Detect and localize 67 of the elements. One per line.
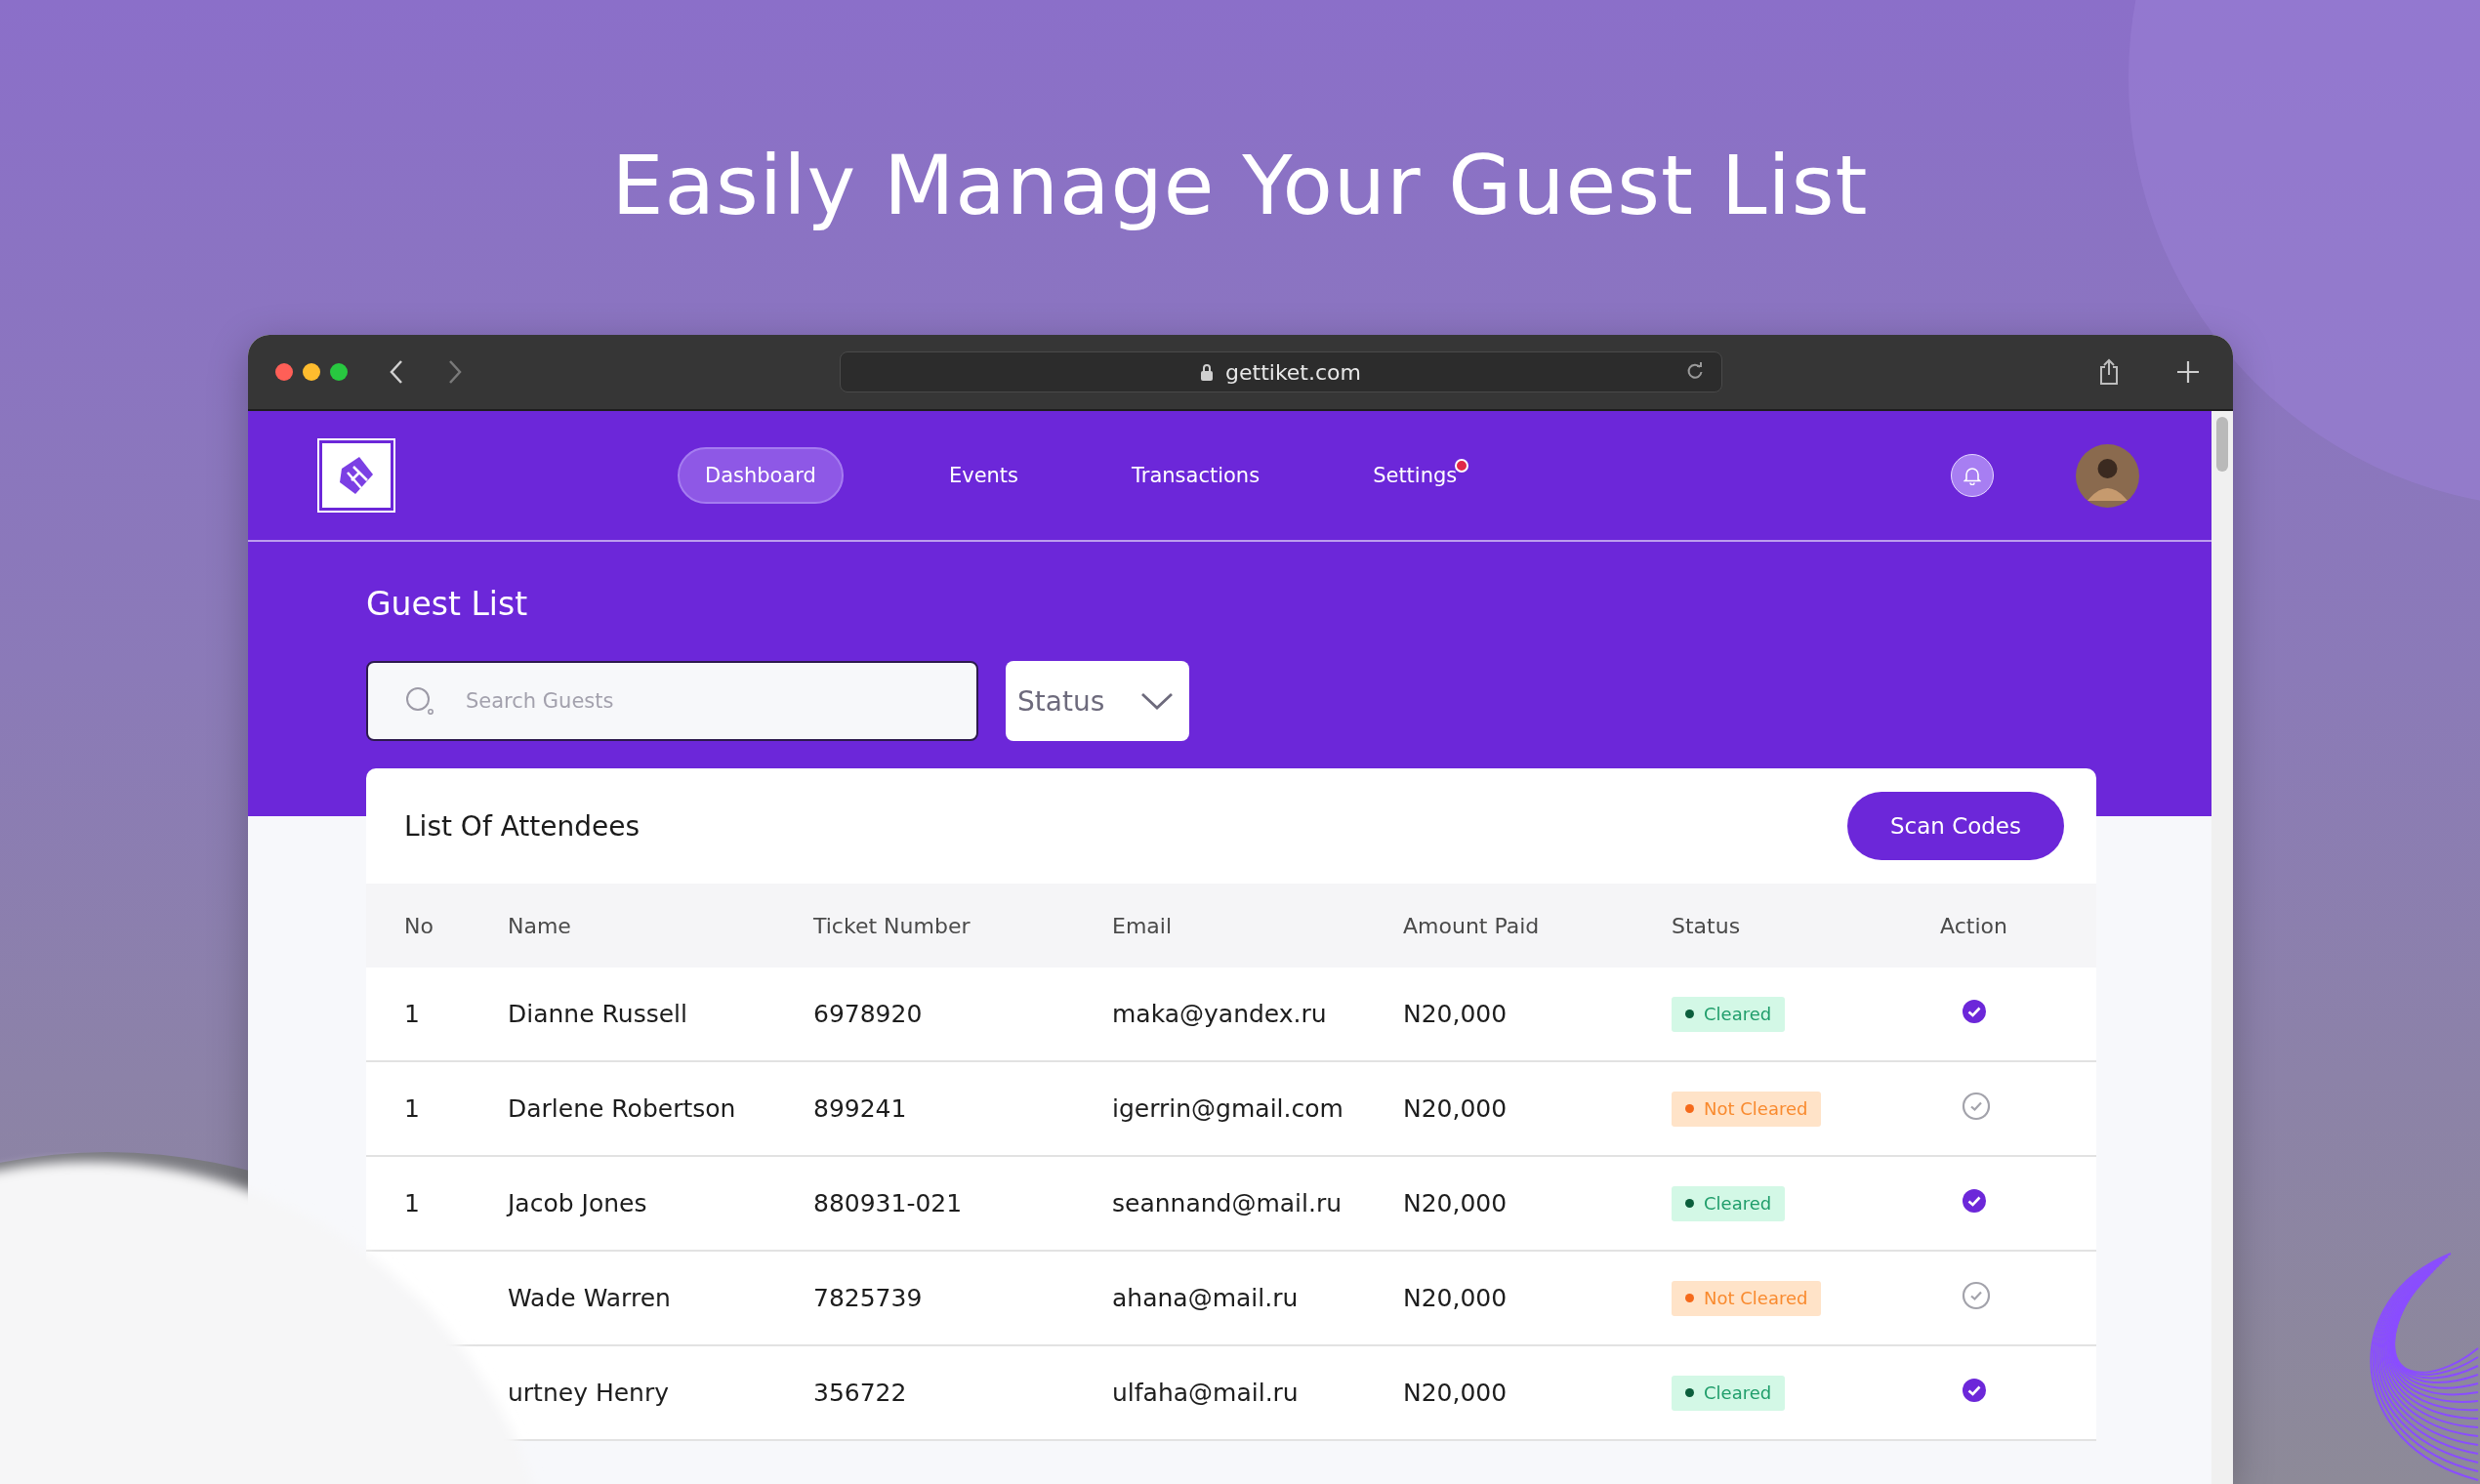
column-header: Status — [1672, 913, 1742, 938]
nav-tab[interactable]: Dashboard — [678, 447, 844, 504]
lock-icon — [1200, 363, 1214, 381]
maximize-icon — [330, 363, 348, 381]
status-badge: Not Cleared — [1672, 1091, 1822, 1127]
minimize-icon — [303, 363, 320, 381]
card-title: List Of Attendees — [404, 809, 641, 843]
column-header: Email — [1112, 913, 1174, 938]
table-cell-text: Dianne Russell — [508, 1000, 688, 1028]
check-circle-icon[interactable] — [1962, 1280, 1991, 1310]
status-dropdown[interactable]: Status — [1006, 661, 1189, 741]
url-text: gettiket.com — [1225, 359, 1361, 385]
search-field[interactable]: Search Guests — [366, 661, 978, 741]
address-bar[interactable]: gettiket.com — [839, 351, 1722, 392]
column-header: Name — [508, 913, 572, 938]
table-cell-text: 1 — [404, 1000, 421, 1028]
table-cell-text: Jacob Jones — [508, 1189, 648, 1217]
table-cell-text: Wade Warren — [508, 1284, 672, 1312]
check-circle-icon[interactable] — [1962, 998, 1987, 1024]
nav-tab[interactable]: Settings — [1345, 447, 1485, 504]
table-cell-text: 1 — [404, 1189, 421, 1217]
check-circle-icon[interactable] — [1962, 1091, 1991, 1121]
column-header: Amount Paid — [1403, 913, 1541, 938]
column-header: No — [404, 913, 434, 938]
table-cell-text: 356722 — [813, 1379, 908, 1407]
check-circle-icon[interactable] — [1962, 1377, 1987, 1403]
notifications-button[interactable] — [1951, 454, 1994, 497]
table-cell-text: N20,000 — [1403, 1000, 1509, 1028]
nav-tab[interactable]: Transactions — [1104, 447, 1288, 504]
column-header: Action — [1940, 913, 2008, 938]
reload-icon[interactable] — [1685, 362, 1704, 380]
status-badge: Cleared — [1672, 996, 1786, 1032]
status-badge: Not Cleared — [1672, 1280, 1822, 1316]
table-cell-text: ulfaha@mail.ru — [1112, 1379, 1300, 1407]
nav-tab[interactable]: Events — [921, 447, 1047, 504]
table-cell-text: N20,000 — [1403, 1379, 1509, 1407]
table-cell-text: Darlene Robertson — [508, 1094, 737, 1123]
close-icon — [275, 363, 293, 381]
share-icon[interactable] — [2098, 358, 2120, 386]
table-cell-text: N20,000 — [1403, 1094, 1509, 1123]
table-cell-text: N20,000 — [1403, 1189, 1509, 1217]
avatar[interactable] — [2076, 443, 2139, 508]
table-cell-text: seannand@mail.ru — [1112, 1189, 1343, 1217]
table-cell-text: ahana@mail.ru — [1112, 1284, 1300, 1312]
scan-codes-button[interactable]: Scan Codes — [1846, 792, 2064, 860]
table-cell-text: 6978920 — [813, 1000, 924, 1028]
table-cell-text: N20,000 — [1403, 1284, 1509, 1312]
column-header: Ticket Number — [813, 913, 971, 938]
table-cell-text: 880931-021 — [813, 1189, 964, 1217]
plus-icon[interactable] — [2176, 360, 2200, 384]
status-badge: Cleared — [1672, 1185, 1786, 1221]
status-badge: Cleared — [1672, 1375, 1786, 1411]
headline: Easily Manage Your Guest List — [611, 137, 1869, 234]
table-cell-text: igerrin@gmail.com — [1112, 1094, 1344, 1123]
forward-icon[interactable] — [447, 359, 463, 385]
table-cell-text: 1 — [404, 1094, 421, 1123]
search-icon — [405, 686, 434, 716]
back-icon[interactable] — [389, 359, 404, 385]
chevron-down-icon — [1140, 691, 1174, 711]
table-cell-text: 899241 — [813, 1094, 908, 1123]
bell-icon — [1963, 466, 1981, 485]
page-title: Guest List — [366, 585, 529, 625]
scrollbar[interactable] — [2211, 411, 2233, 1484]
table-cell-text: urtney Henry — [508, 1379, 670, 1407]
table-cell-text: 7825739 — [813, 1284, 924, 1312]
check-circle-icon[interactable] — [1962, 1187, 1987, 1214]
table-cell-text: maka@yandex.ru — [1112, 1000, 1328, 1028]
